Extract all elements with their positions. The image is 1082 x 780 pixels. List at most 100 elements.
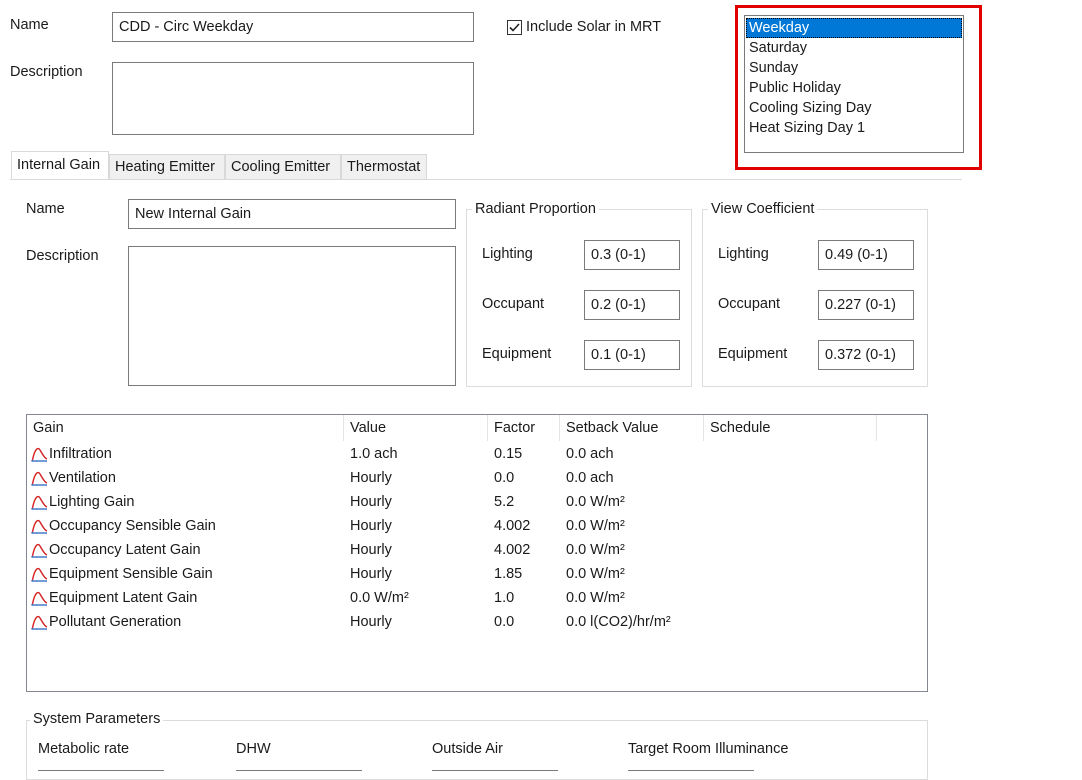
setback-cell: 0.0 W/m² xyxy=(566,518,625,534)
name-input[interactable]: CDD - Circ Weekday xyxy=(112,12,474,42)
description-input[interactable] xyxy=(112,62,474,135)
table-row[interactable]: Occupancy Sensible Gain Hourly 4.002 0.0 W/… xyxy=(27,514,927,538)
table-row[interactable]: Equipment Latent Gain 0.0 W/m² 1.0 0.0 W/m² xyxy=(27,586,927,610)
outside-air-label: Outside Air xyxy=(432,741,503,757)
value-cell: Hourly xyxy=(350,614,392,630)
gain-description-input[interactable] xyxy=(128,246,456,386)
factor-cell: 0.15 xyxy=(494,446,523,462)
schedule-curve-icon xyxy=(31,591,48,606)
day-item-sunday[interactable]: Sunday xyxy=(746,58,962,78)
gain-cell: Infiltration xyxy=(49,446,112,462)
name-label: Name xyxy=(10,17,49,33)
schedule-curve-icon xyxy=(31,447,48,462)
tab-heating-emitter[interactable]: Heating Emitter xyxy=(109,154,225,180)
table-row[interactable]: Equipment Sensible Gain Hourly 1.85 0.0 W/m… xyxy=(27,562,927,586)
schedule-curve-icon xyxy=(31,519,48,534)
dhw-input[interactable] xyxy=(236,770,362,771)
schedule-curve-icon xyxy=(31,543,48,558)
table-row[interactable]: Ventilation Hourly 0.0 0.0 ach xyxy=(27,466,927,490)
setback-cell: 0.0 W/m² xyxy=(566,590,625,606)
gain-name-label: Name xyxy=(26,201,65,217)
system-parameters-title: System Parameters xyxy=(30,711,164,727)
checkmark-icon xyxy=(509,23,520,32)
radiant-occupant-input[interactable]: 0.2 (0-1) xyxy=(584,290,680,320)
value-cell: 0.0 W/m² xyxy=(350,590,409,606)
setback-cell: 0.0 W/m² xyxy=(566,494,625,510)
radiant-occupant-label: Occupant xyxy=(482,296,545,312)
gain-description-label: Description xyxy=(26,248,99,264)
value-cell: 1.0 ach xyxy=(350,446,398,462)
dhw-label: DHW xyxy=(236,741,271,757)
header-factor[interactable]: Factor xyxy=(488,415,560,441)
metabolic-rate-input[interactable] xyxy=(38,770,164,771)
day-item-cooling-sizing-day[interactable]: Cooling Sizing Day xyxy=(746,98,962,118)
schedule-curve-icon xyxy=(31,615,48,630)
gain-cell: Equipment Sensible Gain xyxy=(49,566,213,582)
day-type-listbox[interactable]: Weekday Saturday Sunday Public Holiday C… xyxy=(744,15,964,153)
radiant-proportion-title: Radiant Proportion xyxy=(472,201,599,217)
gain-cell: Occupancy Latent Gain xyxy=(49,542,201,558)
factor-cell: 4.002 xyxy=(494,542,531,558)
factor-cell: 0.0 xyxy=(494,470,515,486)
view-coefficient-title: View Coefficient xyxy=(708,201,818,217)
setback-cell: 0.0 W/m² xyxy=(566,566,625,582)
gain-cell: Pollutant Generation xyxy=(49,614,182,630)
value-cell: Hourly xyxy=(350,470,392,486)
view-equipment-input[interactable]: 0.372 (0-1) xyxy=(818,340,914,370)
gain-cell: Equipment Latent Gain xyxy=(49,590,198,606)
radiant-lighting-label: Lighting xyxy=(482,246,533,262)
radiant-lighting-input[interactable]: 0.3 (0-1) xyxy=(584,240,680,270)
description-label: Description xyxy=(10,64,83,80)
view-lighting-label: Lighting xyxy=(718,246,769,262)
table-row[interactable]: Infiltration 1.0 ach 0.15 0.0 ach xyxy=(27,442,927,466)
gains-table[interactable]: Gain Value Factor Setback Value Schedule… xyxy=(26,414,928,692)
gain-cell: Lighting Gain xyxy=(49,494,135,510)
metabolic-rate-label: Metabolic rate xyxy=(38,741,130,757)
value-cell: Hourly xyxy=(350,518,392,534)
setback-cell: 0.0 l(CO2)/hr/m² xyxy=(566,614,671,630)
outside-air-input[interactable] xyxy=(432,770,558,771)
factor-cell: 1.0 xyxy=(494,590,515,606)
day-item-heat-sizing-day-1[interactable]: Heat Sizing Day 1 xyxy=(746,118,962,138)
table-row[interactable]: Lighting Gain Hourly 5.2 0.0 W/m² xyxy=(27,490,927,514)
view-equipment-label: Equipment xyxy=(718,346,788,362)
day-item-saturday[interactable]: Saturday xyxy=(746,38,962,58)
factor-cell: 4.002 xyxy=(494,518,531,534)
value-cell: Hourly xyxy=(350,542,392,558)
table-row[interactable]: Pollutant Generation Hourly 0.0 0.0 l(CO2)/… xyxy=(27,610,927,634)
view-occupant-label: Occupant xyxy=(718,296,781,312)
view-occupant-input[interactable]: 0.227 (0-1) xyxy=(818,290,914,320)
value-cell: Hourly xyxy=(350,494,392,510)
table-header: Gain Value Factor Setback Value Schedule xyxy=(27,415,927,441)
tab-internal-gain[interactable]: Internal Gain xyxy=(11,151,109,179)
include-solar-checkbox[interactable] xyxy=(507,20,522,35)
tab-thermostat[interactable]: Thermostat xyxy=(341,154,427,180)
header-value[interactable]: Value xyxy=(344,415,488,441)
value-cell: Hourly xyxy=(350,566,392,582)
setback-cell: 0.0 ach xyxy=(566,446,614,462)
gain-cell: Ventilation xyxy=(49,470,116,486)
gain-cell: Occupancy Sensible Gain xyxy=(49,518,216,534)
factor-cell: 1.85 xyxy=(494,566,523,582)
factor-cell: 5.2 xyxy=(494,494,515,510)
radiant-equipment-input[interactable]: 0.1 (0-1) xyxy=(584,340,680,370)
schedule-curve-icon xyxy=(31,567,48,582)
gain-name-input[interactable]: New Internal Gain xyxy=(128,199,456,229)
schedule-curve-icon xyxy=(31,471,48,486)
target-room-illuminance-input[interactable] xyxy=(628,770,754,771)
factor-cell: 0.0 xyxy=(494,614,515,630)
include-solar-label: Include Solar in MRT xyxy=(526,19,662,35)
view-lighting-input[interactable]: 0.49 (0-1) xyxy=(818,240,914,270)
setback-cell: 0.0 W/m² xyxy=(566,542,625,558)
setback-cell: 0.0 ach xyxy=(566,470,614,486)
day-item-public-holiday[interactable]: Public Holiday xyxy=(746,78,962,98)
day-item-weekday[interactable]: Weekday xyxy=(746,18,962,38)
tab-cooling-emitter[interactable]: Cooling Emitter xyxy=(225,154,341,180)
target-room-illuminance-label: Target Room Illuminance xyxy=(628,741,789,757)
radiant-equipment-label: Equipment xyxy=(482,346,552,362)
header-gain[interactable]: Gain xyxy=(27,415,344,441)
table-row[interactable]: Occupancy Latent Gain Hourly 4.002 0.0 W/m² xyxy=(27,538,927,562)
header-schedule[interactable]: Schedule xyxy=(704,415,877,441)
schedule-curve-icon xyxy=(31,495,48,510)
header-setback-value[interactable]: Setback Value xyxy=(560,415,704,441)
